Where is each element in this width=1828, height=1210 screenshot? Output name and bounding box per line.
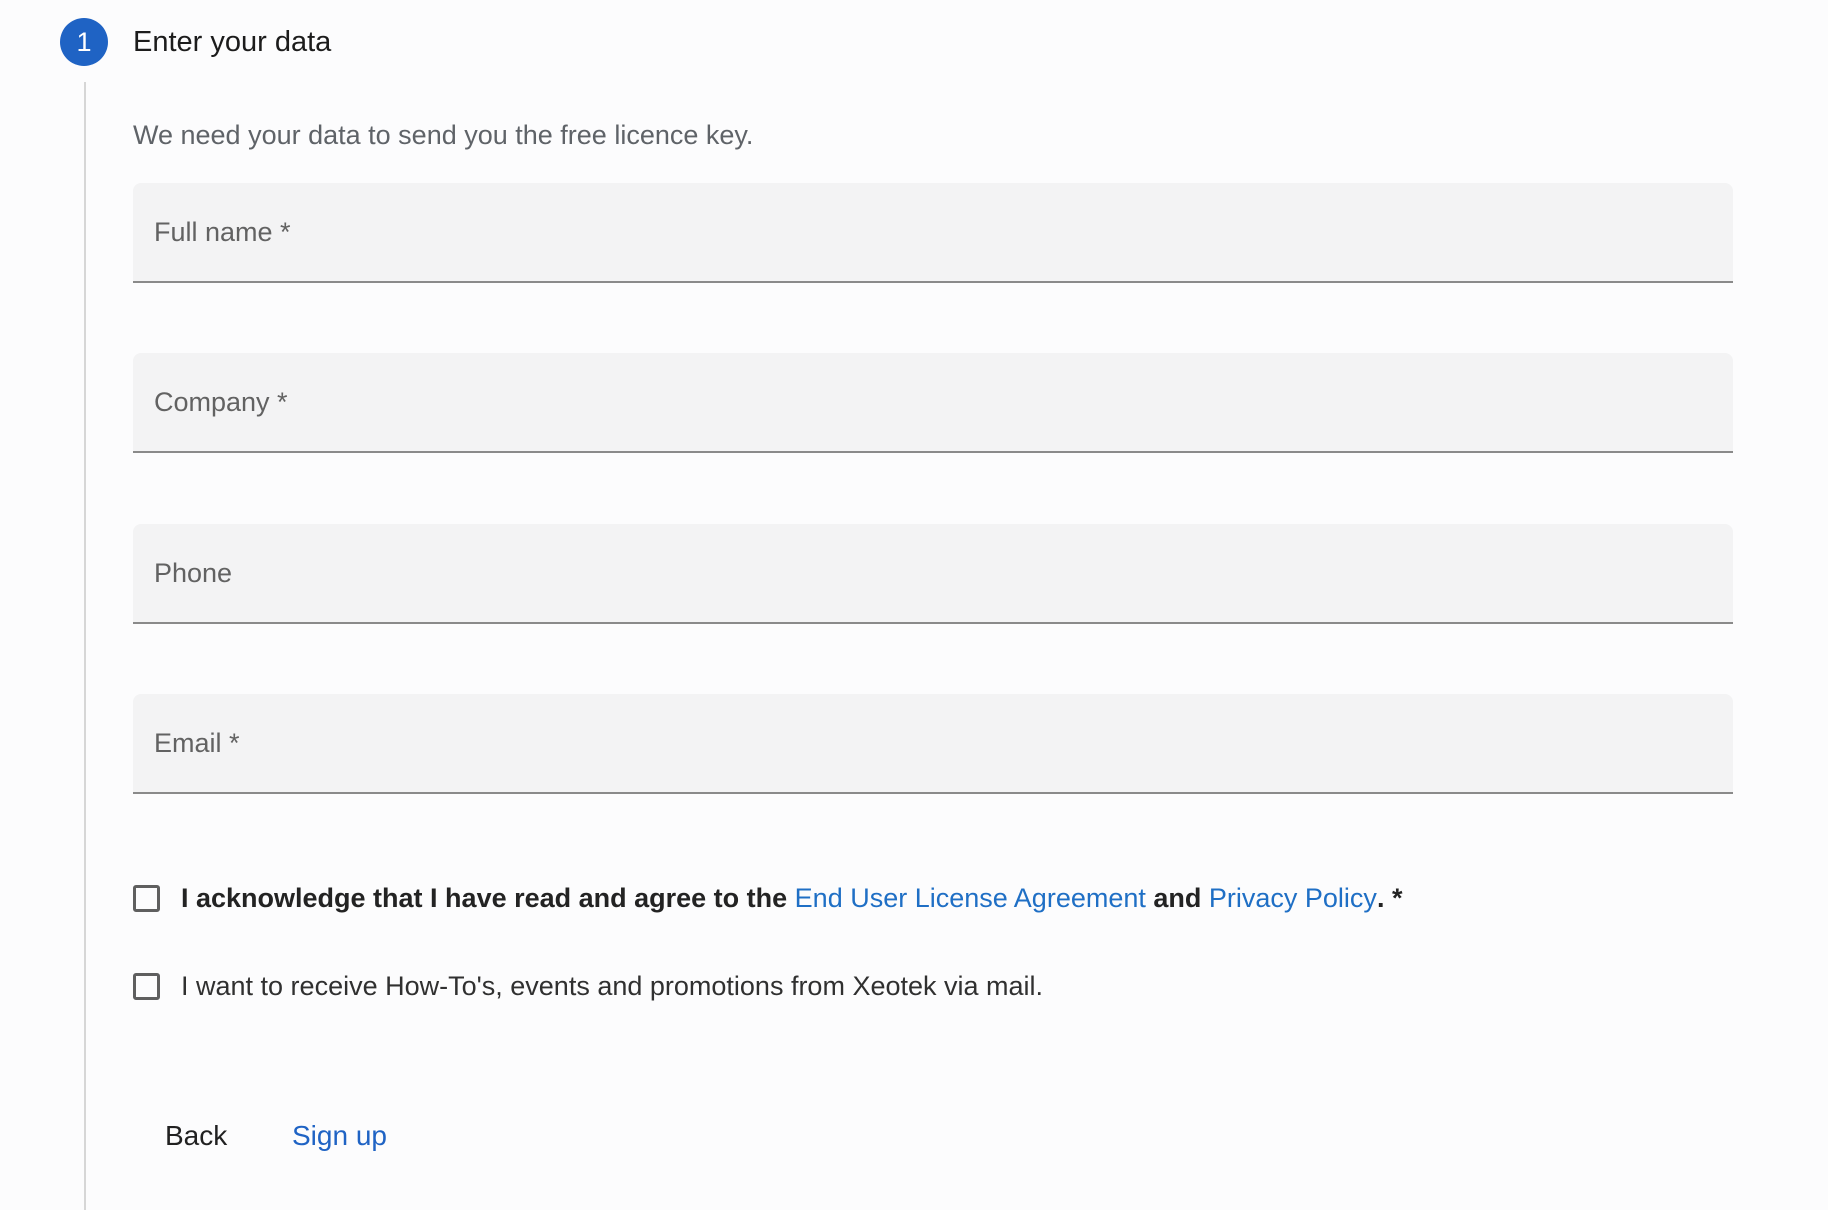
phone-input[interactable]	[154, 557, 1712, 589]
back-button[interactable]: Back	[165, 1118, 227, 1154]
ack-and-text: and	[1145, 883, 1209, 913]
license-agreement-row: I acknowledge that I have read and agree…	[133, 880, 1402, 916]
step-title: Enter your data	[133, 26, 332, 58]
license-agreement-label: I acknowledge that I have read and agree…	[181, 880, 1402, 916]
phone-field[interactable]	[133, 524, 1733, 624]
signup-step-panel: 1 Enter your data We need your data to s…	[0, 0, 1828, 1210]
email-input[interactable]	[154, 727, 1712, 759]
ack-prefix-text: I acknowledge that I have read and agree…	[181, 883, 795, 913]
company-input[interactable]	[154, 386, 1712, 418]
full-name-field[interactable]	[133, 183, 1733, 283]
newsletter-row: I want to receive How-To's, events and p…	[133, 968, 1043, 1004]
step-number-badge: 1	[60, 18, 108, 66]
ack-suffix-text: . *	[1376, 883, 1403, 913]
privacy-policy-link[interactable]: Privacy Policy	[1209, 883, 1377, 913]
step-description: We need your data to send you the free l…	[133, 120, 754, 150]
eula-link[interactable]: End User License Agreement	[795, 883, 1146, 913]
newsletter-checkbox[interactable]	[133, 972, 160, 1000]
sign-up-button[interactable]: Sign up	[292, 1118, 387, 1154]
company-field[interactable]	[133, 353, 1733, 453]
stepper-connector-line	[84, 82, 86, 1210]
email-field[interactable]	[133, 694, 1733, 794]
license-agreement-checkbox[interactable]	[133, 884, 160, 912]
newsletter-label: I want to receive How-To's, events and p…	[181, 971, 1044, 1001]
full-name-input[interactable]	[154, 216, 1712, 248]
